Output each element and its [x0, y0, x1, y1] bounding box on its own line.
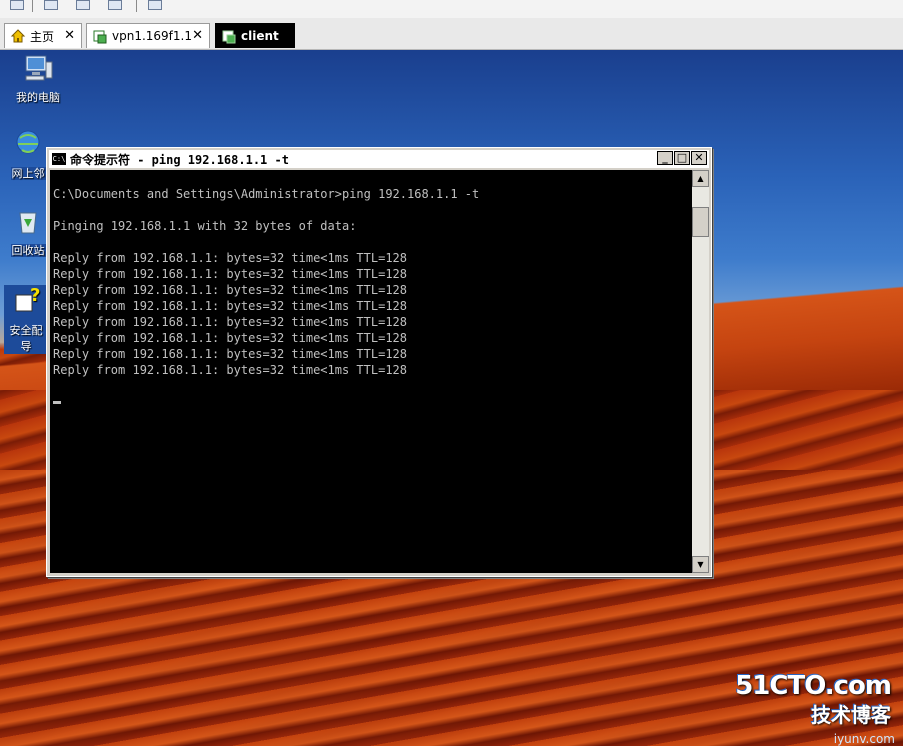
vm-icon: [93, 30, 107, 44]
desktop-icon-label: 安全配: [4, 322, 48, 338]
console-line: Reply from 192.168.1.1: bytes=32 time<1m…: [53, 267, 408, 281]
console-line: C:\Documents and Settings\Administrator>…: [53, 187, 480, 201]
security-wizard-icon: ?: [15, 285, 40, 312]
console-line: Reply from 192.168.1.1: bytes=32 time<1m…: [53, 299, 408, 313]
watermark-url: iyunv.com: [833, 732, 895, 746]
network-icon: [16, 130, 40, 154]
console-output[interactable]: C:\Documents and Settings\Administrator>…: [50, 170, 692, 573]
console-line: Reply from 192.168.1.1: bytes=32 time<1m…: [53, 251, 408, 265]
toolbar-button-3[interactable]: [76, 0, 90, 10]
toolbar-separator: [136, 0, 137, 12]
desktop-icon-network[interactable]: 网上邻: [8, 128, 48, 181]
scroll-up-button[interactable]: ▲: [692, 170, 709, 187]
tab-label: 主页: [30, 29, 55, 44]
desktop-icon-label-line2: 导: [4, 338, 48, 354]
close-icon[interactable]: ✕: [192, 28, 203, 43]
desktop-icon-security-wizard[interactable]: ? 安全配 导: [4, 285, 48, 354]
desktop-icon-label: 网上邻: [10, 167, 46, 180]
console-line: Reply from 192.168.1.1: bytes=32 time<1m…: [53, 283, 408, 297]
console-line: Reply from 192.168.1.1: bytes=32 time<1m…: [53, 315, 408, 329]
maximize-button[interactable]: □: [674, 151, 690, 165]
cmd-window[interactable]: C:\ 命令提示符 - ping 192.168.1.1 -t _ □ ✕ C:…: [46, 147, 712, 577]
console-prompt-line[interactable]: [53, 394, 692, 410]
text-cursor: [53, 401, 61, 404]
scroll-thumb[interactable]: [692, 207, 709, 237]
console-line: Reply from 192.168.1.1: bytes=32 time<1m…: [53, 347, 408, 361]
toolbar-button-5[interactable]: [148, 0, 162, 10]
tab-client[interactable]: client: [215, 23, 295, 48]
desktop-icon-recycle-bin[interactable]: 回收站: [8, 205, 48, 258]
console-line: Pinging 192.168.1.1 with 32 bytes of dat…: [53, 219, 357, 233]
desktop-icon-my-computer[interactable]: 我的电脑: [8, 52, 68, 105]
tab-label: client: [241, 29, 279, 43]
console-line: Reply from 192.168.1.1: bytes=32 time<1m…: [53, 331, 408, 345]
vm-tab-bar: 主页 ✕ vpn1.169f1.1 ✕ client: [0, 18, 903, 50]
cmd-title: 命令提示符 - ping 192.168.1.1 -t: [70, 152, 289, 167]
close-icon[interactable]: ✕: [64, 28, 75, 43]
vertical-scrollbar[interactable]: ▲ ▼: [692, 170, 709, 573]
toolbar-button-4[interactable]: [108, 0, 122, 10]
cmd-title-bar[interactable]: C:\ 命令提示符 - ping 192.168.1.1 -t _ □ ✕: [49, 150, 709, 168]
desktop-icon-label: 我的电脑: [15, 91, 61, 104]
toolbar-separator: [32, 0, 33, 12]
home-icon: [10, 29, 26, 43]
tab-vpn[interactable]: vpn1.169f1.1 ✕: [86, 23, 210, 48]
watermark-main: 51CTO.com: [735, 671, 892, 701]
watermark: 51CTO.com 技术博客: [735, 671, 892, 728]
desktop-icon-label: 回收站: [10, 244, 46, 257]
watermark-sub: 技术博客: [811, 703, 891, 727]
minimize-button[interactable]: _: [657, 151, 673, 165]
toolbar-button-2[interactable]: [44, 0, 58, 10]
tab-home[interactable]: 主页 ✕: [4, 23, 82, 48]
tab-label: vpn1.169f1.1: [112, 29, 192, 43]
computer-icon: [25, 55, 53, 81]
close-button[interactable]: ✕: [691, 151, 707, 165]
cmd-icon[interactable]: C:\: [52, 153, 66, 165]
vm-toolbar: [0, 0, 903, 19]
recycle-bin-icon: [19, 212, 37, 234]
vm-icon: [222, 30, 236, 44]
scroll-down-button[interactable]: ▼: [692, 556, 709, 573]
console-line: Reply from 192.168.1.1: bytes=32 time<1m…: [53, 363, 408, 377]
toolbar-button-1[interactable]: [10, 0, 24, 10]
svg-text:?: ?: [30, 285, 40, 306]
